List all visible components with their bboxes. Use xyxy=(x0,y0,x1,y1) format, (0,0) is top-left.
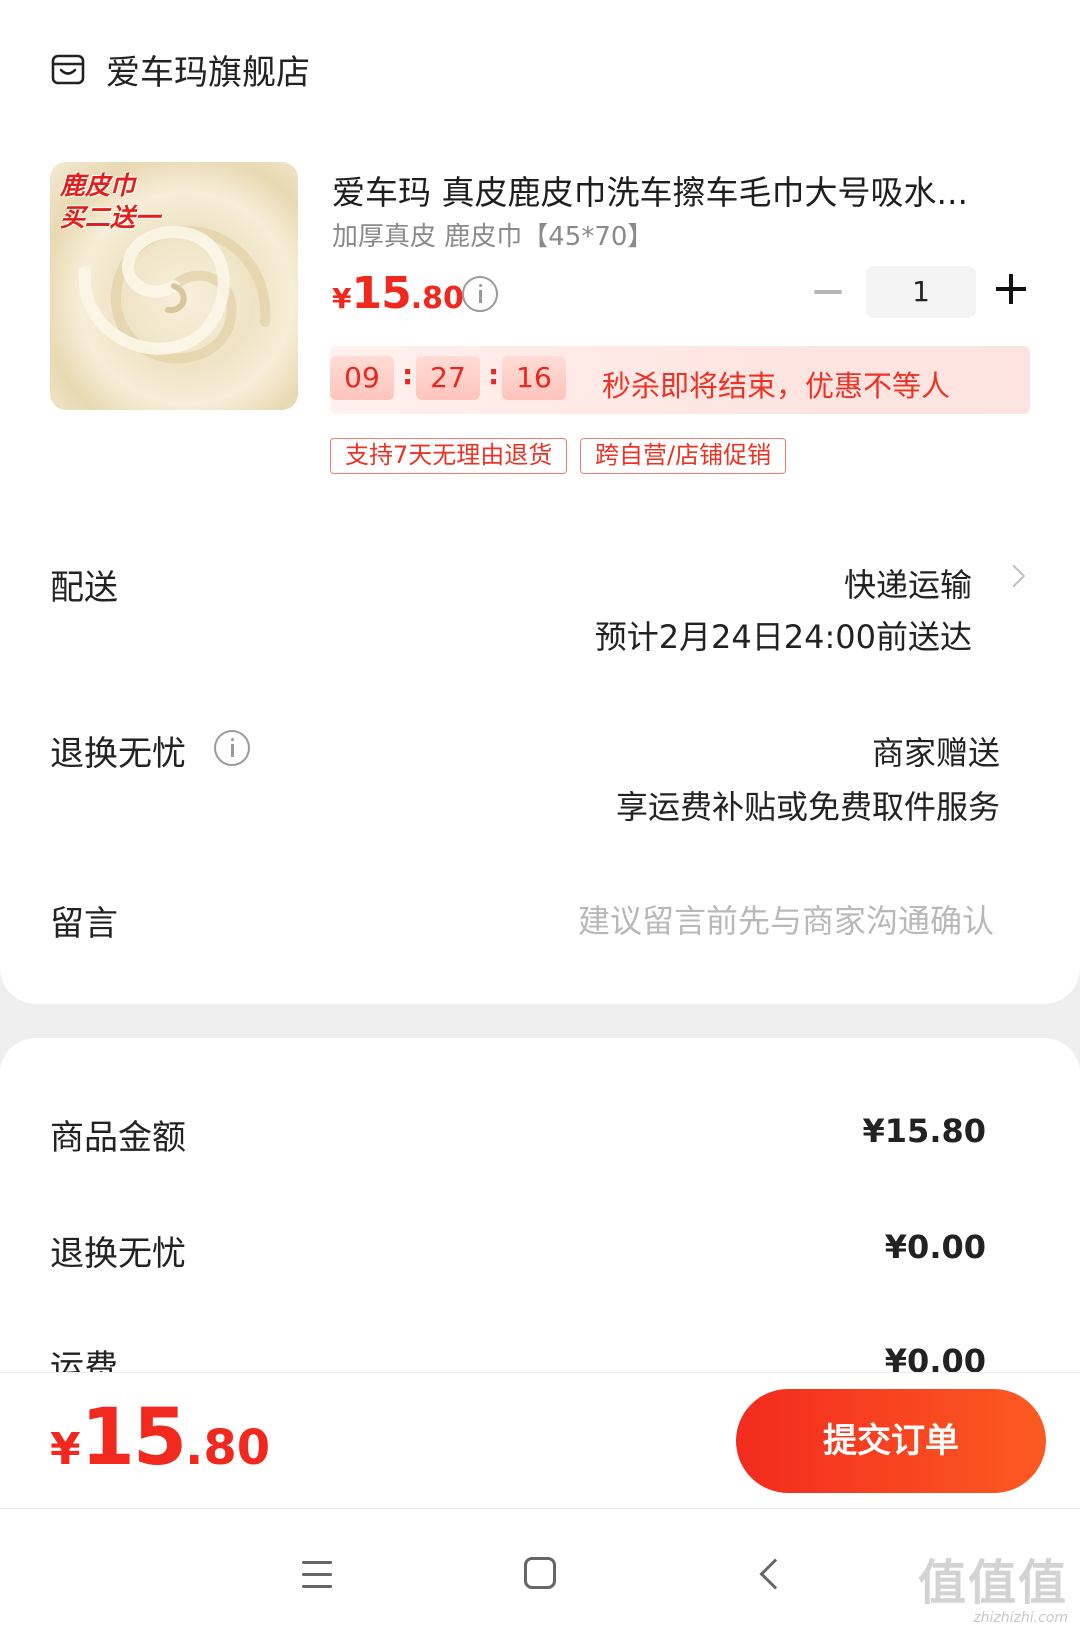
quantity-plus-button[interactable] xyxy=(996,274,1026,304)
countdown-hours: 09 xyxy=(330,356,394,400)
product-image-tag: 鹿皮巾 买二送一 xyxy=(60,170,160,234)
price-symbol: ¥ xyxy=(332,282,352,315)
return-info-icon[interactable] xyxy=(214,730,250,766)
home-icon[interactable] xyxy=(524,1557,556,1589)
product-image[interactable]: 鹿皮巾 买二送一 xyxy=(50,162,298,410)
quantity-minus-button[interactable] xyxy=(814,290,842,294)
summary-label-goods: 商品金额 xyxy=(50,1118,186,1158)
price-info-icon[interactable] xyxy=(462,276,498,312)
checkout-bar: ¥ 15 .80 提交订单 xyxy=(0,1372,1080,1508)
order-card: 爱车玛旗舰店 鹿皮巾 买二送一 爱车玛 真皮鹿皮巾洗车擦车毛巾大号吸水... 加… xyxy=(0,0,1080,1004)
store-header[interactable]: 爱车玛旗舰店 xyxy=(50,44,310,94)
back-icon[interactable] xyxy=(759,1558,791,1590)
watermark-logo: 值值值 xyxy=(917,1555,1068,1611)
message-input[interactable]: 建议留言前先与商家沟通确认 xyxy=(578,896,994,942)
total-decimal: .80 xyxy=(185,1420,271,1476)
flash-sale-text: 秒杀即将结束，优惠不等人 xyxy=(602,369,951,403)
message-label: 留言 xyxy=(50,904,118,944)
image-tag-line1: 鹿皮巾 xyxy=(60,171,136,200)
countdown-separator: : xyxy=(402,358,414,391)
return-service-label: 退换无忧 xyxy=(50,734,186,774)
tag-promotion: 跨自营/店铺促销 xyxy=(580,438,787,474)
delivery-eta: 预计2月24日24:00前送达 xyxy=(594,618,972,656)
tag-7day-return: 支持7天无理由退货 xyxy=(330,438,568,474)
submit-order-button[interactable]: 提交订单 xyxy=(736,1389,1046,1493)
product-price: ¥ 15 .80 xyxy=(332,268,464,319)
total-price: ¥ 15 .80 xyxy=(50,1393,270,1483)
countdown-seconds: 16 xyxy=(502,356,566,400)
total-integer: 15 xyxy=(80,1393,188,1483)
total-symbol: ¥ xyxy=(50,1424,81,1475)
summary-value-goods: ¥15.80 xyxy=(862,1112,986,1150)
menu-icon[interactable] xyxy=(302,1561,332,1597)
store-name: 爱车玛旗舰店 xyxy=(106,52,310,93)
watermark-url: zhizhizhi.com xyxy=(973,1610,1068,1626)
summary-label-return: 退换无忧 xyxy=(50,1234,186,1274)
delivery-label: 配送 xyxy=(50,568,118,608)
summary-value-return: ¥0.00 xyxy=(884,1228,986,1266)
countdown-separator: : xyxy=(488,358,500,391)
delivery-method: 快递运输 xyxy=(843,566,972,604)
countdown-minutes: 27 xyxy=(416,356,480,400)
return-service-value: 商家赠送 xyxy=(871,734,1000,772)
price-integer: 15 xyxy=(351,268,411,319)
store-icon xyxy=(51,54,85,85)
quantity-input[interactable]: 1 xyxy=(866,266,976,318)
price-summary-card: 商品金额 ¥15.80 退换无忧 ¥0.00 运费 ¥0.00 xyxy=(0,1038,1080,1378)
product-title[interactable]: 爱车玛 真皮鹿皮巾洗车擦车毛巾大号吸水... xyxy=(332,166,1032,214)
watermark: 值值值 zhizhizhi.com xyxy=(918,1556,1068,1626)
image-tag-line2: 买二送一 xyxy=(60,203,161,232)
product-spec[interactable]: 加厚真皮 鹿皮巾【45*70】 xyxy=(332,216,653,253)
price-decimal: .80 xyxy=(410,281,464,316)
return-service-desc: 享运费补贴或免费取件服务 xyxy=(615,788,1000,826)
chevron-right-icon[interactable] xyxy=(1002,564,1026,588)
flash-sale-banner: 09 : 27 : 16 秒杀即将结束，优惠不等人 xyxy=(330,346,1030,414)
